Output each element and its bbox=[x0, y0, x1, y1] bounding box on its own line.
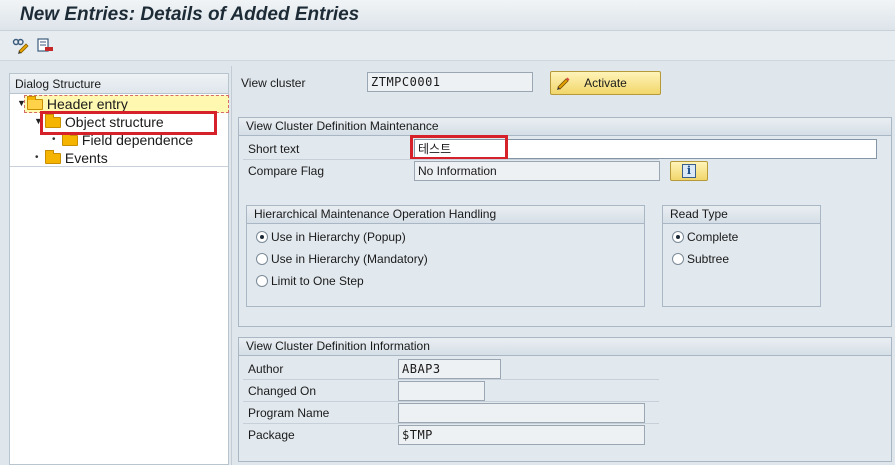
row-divider bbox=[243, 423, 659, 424]
radio-subtree[interactable] bbox=[672, 253, 684, 265]
tree-divider bbox=[10, 166, 228, 167]
expand-arrow-icon[interactable]: ▼ bbox=[17, 98, 26, 108]
folder-open-icon bbox=[27, 96, 43, 110]
radio-label: Use in Hierarchy (Mandatory) bbox=[271, 252, 428, 266]
activate-label: Activate bbox=[584, 76, 627, 90]
pencil-icon bbox=[555, 75, 571, 91]
tree-bullet-icon: • bbox=[35, 152, 39, 163]
hierarchical-handling-title: Hierarchical Maintenance Operation Handl… bbox=[247, 206, 644, 224]
tree-item-label: Header entry bbox=[46, 96, 128, 112]
program-name-label: Program Name bbox=[248, 406, 330, 420]
radio-complete[interactable] bbox=[672, 231, 684, 243]
info-button[interactable]: i bbox=[670, 161, 708, 181]
radio-label: Limit to One Step bbox=[271, 274, 364, 288]
panel-splitter[interactable] bbox=[231, 66, 232, 465]
changed-on-field bbox=[398, 381, 485, 401]
program-name-field bbox=[398, 403, 645, 423]
tree-item-events[interactable]: Events bbox=[45, 149, 108, 167]
display-change-icon[interactable] bbox=[12, 37, 30, 55]
compare-flag-field: No Information bbox=[414, 161, 660, 181]
delete-row-icon[interactable] bbox=[36, 37, 54, 55]
application-toolbar bbox=[0, 31, 895, 61]
row-divider bbox=[243, 379, 659, 380]
package-label: Package bbox=[248, 428, 295, 442]
read-type-title: Read Type bbox=[663, 206, 820, 224]
author-field: ABAP3 bbox=[398, 359, 501, 379]
author-label: Author bbox=[248, 362, 284, 376]
tree-item-label: Events bbox=[64, 150, 108, 166]
compare-flag-label: Compare Flag bbox=[248, 164, 325, 178]
maintenance-group-title: View Cluster Definition Maintenance bbox=[239, 118, 891, 136]
view-cluster-field: ZTMPC0001 bbox=[367, 72, 533, 92]
highlight-box bbox=[410, 135, 508, 160]
package-field: $TMP bbox=[398, 425, 645, 445]
radio-use-in-hierarchy-popup[interactable] bbox=[256, 231, 268, 243]
information-group-title: View Cluster Definition Information bbox=[239, 338, 891, 356]
read-type-group: Read Type bbox=[662, 205, 821, 307]
changed-on-label: Changed On bbox=[248, 384, 317, 398]
page-title: New Entries: Details of Added Entries bbox=[20, 4, 360, 25]
radio-limit-to-one-step[interactable] bbox=[256, 275, 268, 287]
tree-bullet-icon: • bbox=[52, 134, 56, 145]
title-bar: New Entries: Details of Added Entries bbox=[0, 0, 895, 31]
radio-label: Complete bbox=[687, 230, 739, 244]
row-divider bbox=[243, 401, 659, 402]
view-cluster-label: View cluster bbox=[241, 76, 306, 90]
info-icon: i bbox=[682, 164, 696, 178]
radio-label: Use in Hierarchy (Popup) bbox=[271, 230, 406, 244]
radio-use-in-hierarchy-mandatory[interactable] bbox=[256, 253, 268, 265]
activate-button[interactable]: Activate bbox=[550, 71, 661, 95]
short-text-label: Short text bbox=[248, 142, 300, 156]
highlight-box bbox=[40, 111, 217, 135]
row-divider bbox=[243, 159, 659, 160]
folder-icon bbox=[45, 150, 61, 164]
radio-label: Subtree bbox=[687, 252, 730, 266]
folder-icon bbox=[62, 132, 78, 146]
dialog-structure-header: Dialog Structure bbox=[10, 74, 228, 94]
